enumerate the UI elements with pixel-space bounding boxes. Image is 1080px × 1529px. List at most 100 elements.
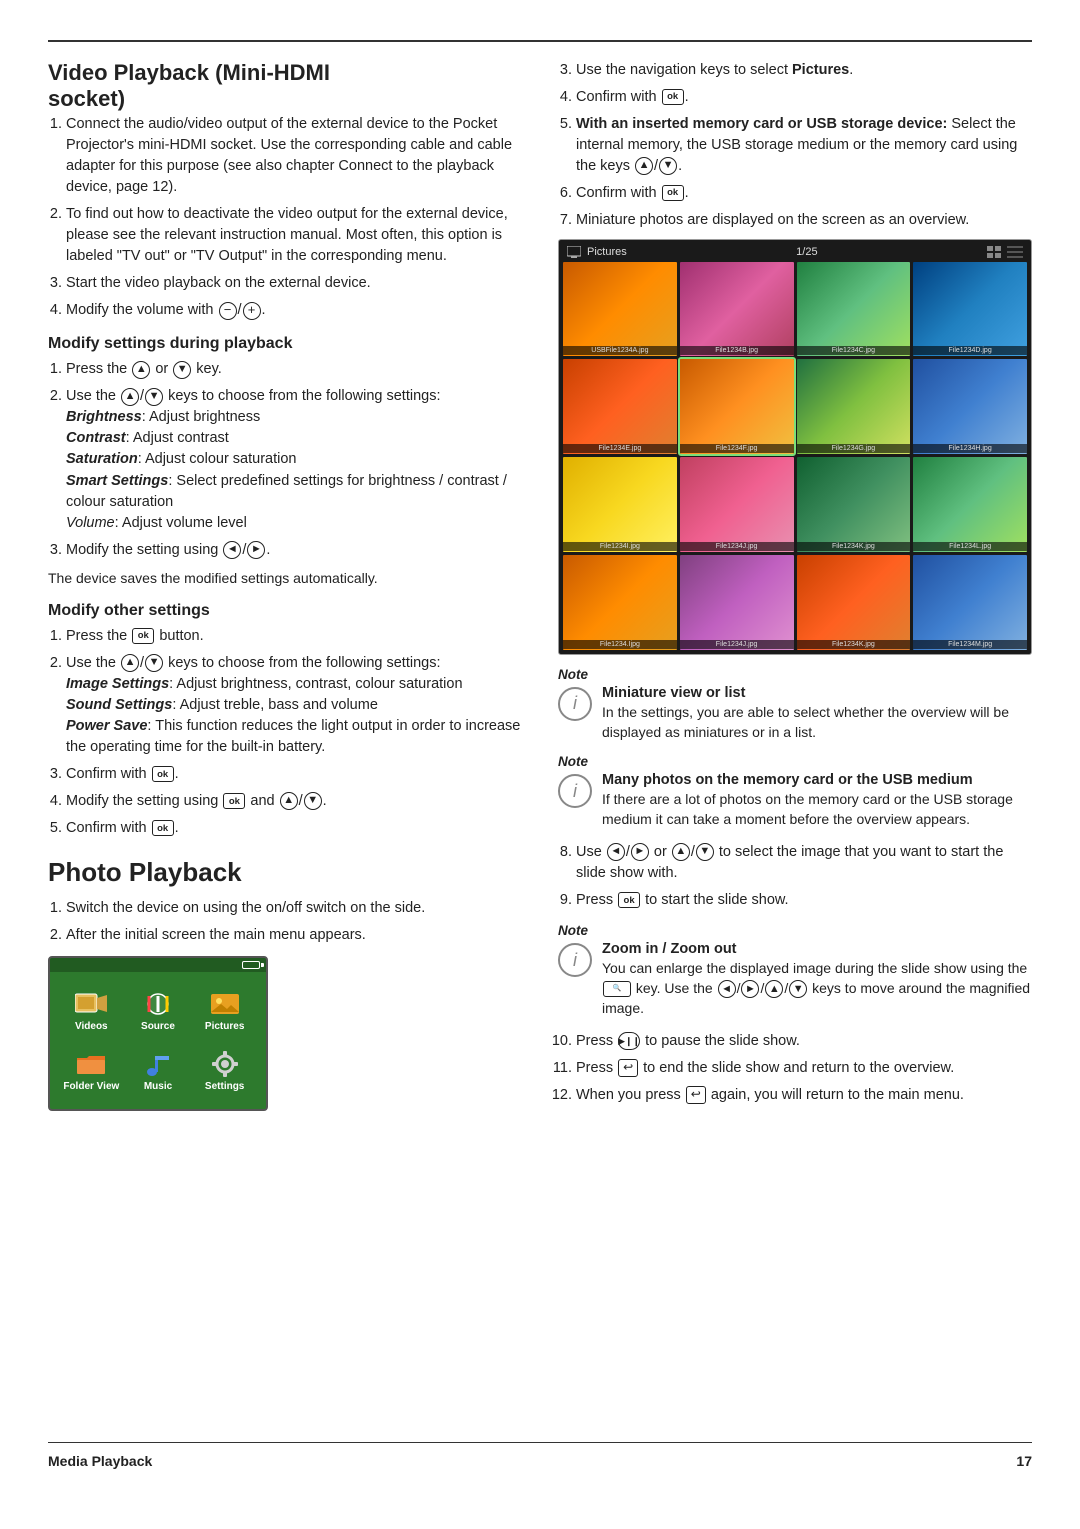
list-item: With an inserted memory card or USB stor…	[576, 114, 1032, 177]
list-item: Press ▶❙❙ to pause the slide show.	[576, 1031, 1032, 1052]
modify-settings-list: Press the ▲ or ▼ key. Use the ▲/▼ keys t…	[66, 359, 522, 560]
thumb-item: File1234.Ijpg	[563, 555, 677, 650]
video-title: Video Playback (Mini-HDMI socket)	[48, 60, 522, 113]
thumb-item: USBFile1234A.jpg	[563, 262, 677, 357]
pictures-grid: Pictures 1/25	[558, 239, 1032, 655]
left2-arrow-icon: ◄	[607, 843, 625, 861]
thumb-item: File1234K.jpg	[797, 457, 911, 552]
thumb-label: File1234K.jpg	[797, 640, 911, 649]
list-item: Press ok to start the slide show.	[576, 890, 1032, 911]
up6-arrow-icon: ▲	[765, 980, 783, 998]
note-label-2: Note	[558, 754, 1032, 769]
note-text-1: In the settings, you are able to select …	[602, 703, 1032, 743]
modify-other-list: Press the ok button. Use the ▲/▼ keys to…	[66, 626, 522, 839]
thumb-item: File1234M.jpg	[913, 555, 1027, 650]
ok7-key-icon: ok	[618, 892, 640, 908]
menu-screenshot: Videos	[48, 956, 268, 1111]
list-item: Confirm with ok.	[576, 183, 1032, 204]
thumb-item: File1234L.jpg	[913, 457, 1027, 552]
thumb-label: File1234L.jpg	[913, 542, 1027, 551]
thumb-item: File1234C.jpg	[797, 262, 911, 357]
modify-other-title: Modify other settings	[48, 602, 522, 620]
list-item: Miniature photos are displayed on the sc…	[576, 210, 1032, 231]
list-item: Press ↩ to end the slide show and return…	[576, 1058, 1032, 1079]
pictures-top-bar: Pictures 1/25	[563, 244, 1027, 262]
left-arrow-icon: ◄	[223, 541, 241, 559]
list-item: After the initial screen the main menu a…	[66, 925, 522, 946]
list-item: Press the ▲ or ▼ key.	[66, 359, 522, 380]
folder-label: Folder View	[63, 1081, 119, 1092]
video-main-list: Connect the audio/video output of the ex…	[66, 114, 522, 321]
list-item: Modify the volume with −/+.	[66, 300, 522, 321]
thumb-label: File1234C.jpg	[797, 346, 911, 355]
list-view-icon	[1007, 246, 1023, 258]
note-title-2: Many photos on the memory card or the US…	[602, 772, 1032, 788]
thumb-label: File1234K.jpg	[797, 542, 911, 551]
thumb-label: File1234D.jpg	[913, 346, 1027, 355]
thumb-label: File1234.Ijpg	[563, 640, 677, 649]
right-arrow-icon: ►	[247, 541, 265, 559]
down-key-icon: ▼	[145, 388, 163, 406]
note-content-3: Zoom in / Zoom out You can enlarge the d…	[602, 941, 1032, 1019]
battery-icon	[242, 961, 260, 969]
thumb-label: File1234B.jpg	[680, 346, 794, 355]
minus-key-icon: −	[219, 302, 237, 320]
note-label-3: Note	[558, 923, 1032, 938]
right3-arrow-icon: ►	[741, 980, 759, 998]
thumb-label: File1234G.jpg	[797, 444, 911, 453]
pictures-count: 1/25	[796, 246, 817, 258]
note-miniature: Note i Miniature view or list In the set…	[558, 667, 1032, 743]
down5-arrow-icon: ▼	[696, 843, 714, 861]
footer-right: 17	[1016, 1453, 1032, 1469]
thumb-item: File1234K.jpg	[797, 555, 911, 650]
pictures-label: Pictures	[205, 1021, 244, 1032]
ok6-key-icon: ok	[662, 185, 684, 201]
note-title-1: Miniature view or list	[602, 685, 1032, 701]
up2-arrow-icon: ▲	[121, 654, 139, 672]
footer-left: Media Playback	[48, 1453, 152, 1469]
photo-playback-section: Photo Playback Switch the device on usin…	[48, 857, 522, 1111]
settings-label: Settings	[205, 1081, 244, 1092]
ok-key-icon: ok	[132, 628, 154, 644]
info-icon-3: i	[558, 943, 592, 977]
return-icon-1: ↩	[618, 1059, 638, 1077]
left3-arrow-icon: ◄	[718, 980, 736, 998]
list-item: When you press ↩ again, you will return …	[576, 1085, 1032, 1106]
list-item: Use the ▲/▼ keys to choose from the foll…	[66, 653, 522, 758]
list-item: Modify the setting using ◄/►.	[66, 540, 522, 561]
menu-item-source: Source	[125, 980, 192, 1041]
thumb-item: File1234D.jpg	[913, 262, 1027, 357]
up-key-icon: ▲	[121, 388, 139, 406]
ok3-key-icon: ok	[223, 793, 245, 809]
list-item: Confirm with ok.	[66, 764, 522, 785]
modify-settings-title: Modify settings during playback	[48, 335, 522, 353]
grid-view-icon	[987, 246, 1003, 258]
source-icon	[140, 990, 176, 1018]
thumb-item: File1234H.jpg	[913, 359, 1027, 454]
monitor-icon	[567, 246, 581, 258]
down4-arrow-icon: ▼	[659, 157, 677, 175]
thumb-label: File1234J.jpg	[680, 542, 794, 551]
list-item: Press the ok button.	[66, 626, 522, 647]
pictures-title-area: Pictures	[567, 246, 627, 258]
settings-icon	[207, 1050, 243, 1078]
right-column: Use the navigation keys to select Pictur…	[558, 60, 1032, 1413]
menu-item-music: Music	[125, 1041, 192, 1102]
menu-item-videos: Videos	[58, 980, 125, 1041]
right-list-8-12: Use ◄/► or ▲/▼ to select the image that …	[576, 842, 1032, 911]
thumb-label: File1234F.jpg	[680, 444, 794, 453]
note-many-photos: Note i Many photos on the memory card or…	[558, 754, 1032, 830]
thumb-item: File1234J.jpg	[680, 457, 794, 552]
music-label: Music	[144, 1081, 172, 1092]
menu-item-pictures: Pictures	[191, 980, 258, 1041]
list-item: Use ◄/► or ▲/▼ to select the image that …	[576, 842, 1032, 884]
photo-title: Photo Playback	[48, 857, 522, 888]
note-text-2: If there are a lot of photos on the memo…	[602, 790, 1032, 830]
auto-save-text: The device saves the modified settings a…	[48, 569, 522, 589]
thumb-label: USBFile1234A.jpg	[563, 346, 677, 355]
up-arrow-icon: ▲	[132, 361, 150, 379]
zoom-key-icon: 🔍	[603, 981, 631, 997]
videos-label: Videos	[75, 1021, 108, 1032]
menu-grid: Videos	[50, 972, 266, 1109]
thumb-item: File1234E.jpg	[563, 359, 677, 454]
